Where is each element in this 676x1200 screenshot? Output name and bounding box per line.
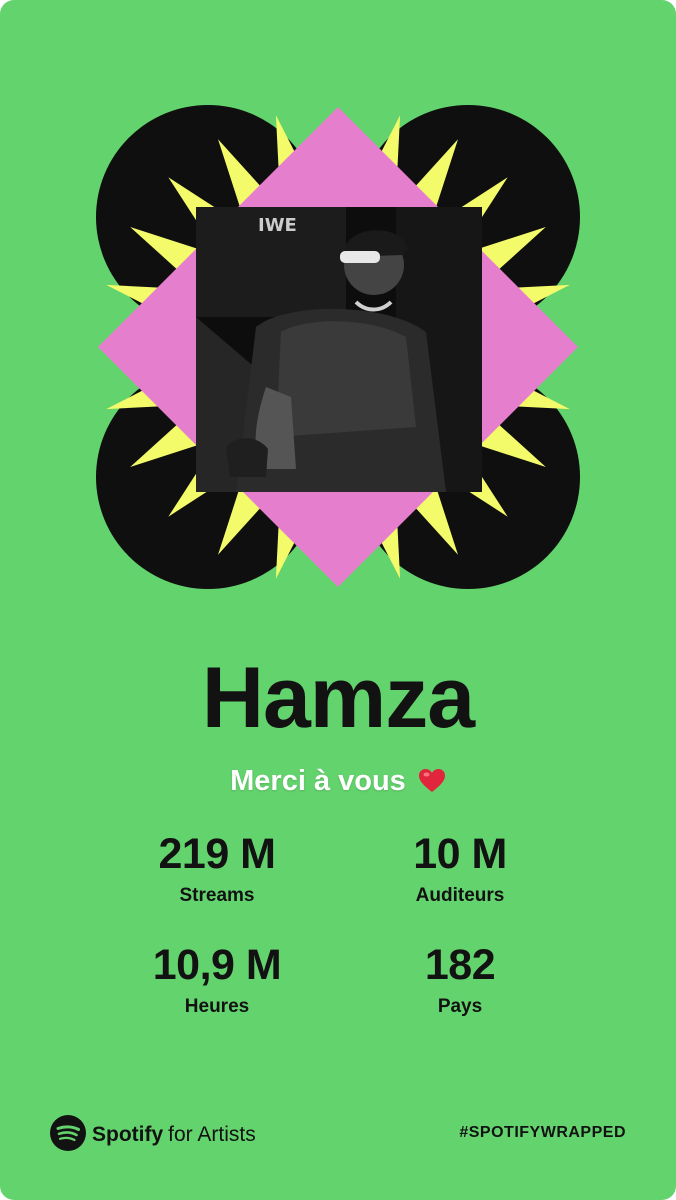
- hashtag-label: #SPOTIFYWRAPPED: [459, 1124, 626, 1141]
- stat-label: Pays: [437, 996, 483, 1017]
- svg-text:IWE: IWE: [258, 215, 297, 236]
- wrapped-card: IWE Hamza Merci à vous 219 M Streams 10 …: [0, 0, 676, 1200]
- stat-streams: 219 M Streams: [97, 833, 337, 907]
- stat-countries: 182 Pays: [340, 944, 580, 1018]
- for-artists-text: for Artists: [168, 1123, 256, 1146]
- thank-you-text: Merci à vous: [230, 765, 406, 797]
- stat-value: 219 M: [158, 830, 276, 878]
- stat-listeners: 10 M Auditeurs: [340, 833, 580, 907]
- stat-value: 10,9 M: [152, 941, 282, 989]
- stat-label: Heures: [184, 996, 250, 1017]
- stat-label: Streams: [179, 885, 255, 906]
- artist-name: Hamza: [201, 650, 475, 746]
- spotify-brand-text: Spotify: [92, 1123, 164, 1146]
- spotify-for-artists-logo: Spotify for Artists: [50, 1114, 256, 1156]
- stat-value: 182: [424, 941, 496, 989]
- heart-icon: [418, 768, 446, 802]
- stat-hours: 10,9 M Heures: [97, 944, 337, 1018]
- stat-label: Auditeurs: [415, 885, 505, 906]
- thank-you-message: Merci à vous: [0, 765, 676, 802]
- artist-photo-image: IWE: [196, 207, 482, 492]
- artist-photo: IWE: [196, 207, 482, 492]
- spotify-logo-icon: [50, 1114, 86, 1156]
- stat-value: 10 M: [413, 830, 507, 878]
